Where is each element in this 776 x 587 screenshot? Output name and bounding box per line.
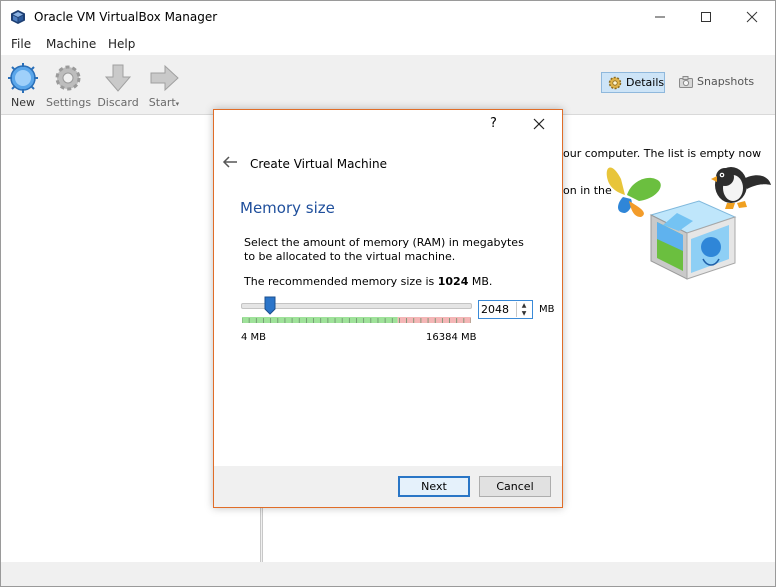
spin-buttons: ▲ ▼ [516,302,531,317]
slider-handle[interactable] [264,296,276,315]
slider-warning-range [397,317,471,323]
memory-slider[interactable] [240,296,475,330]
details-label: Details [626,76,665,89]
start-label: Start▾ [146,96,182,109]
discard-arrow-down-icon [104,64,132,92]
memory-size-spinbox[interactable]: ▲ ▼ [478,300,533,319]
memory-description: Select the amount of memory (RAM) in meg… [244,236,524,263]
create-virtual-machine-dialog: ? Create Virtual Machine Memory size Sel… [213,109,563,508]
new-button[interactable]: New [5,55,41,113]
slider-min-label: 4 MB [241,332,267,343]
slider-groove [241,303,472,309]
title-bar: Oracle VM VirtualBox Manager [1,1,775,33]
dialog-close-button[interactable] [528,116,550,132]
details-gear-icon [608,76,622,90]
menu-bar: File Machine Help [1,33,775,55]
window-title: Oracle VM VirtualBox Manager [34,10,218,24]
maximize-icon [701,12,711,22]
wizard-heading: Create Virtual Machine [250,157,387,171]
spin-up-icon[interactable]: ▲ [517,302,531,309]
start-arrow-right-icon [150,64,179,92]
new-machine-icon [8,63,38,93]
close-icon [533,118,545,130]
snapshots-label: Snapshots [697,75,755,88]
gear-icon [55,65,81,91]
menu-help[interactable]: Help [108,37,135,51]
back-arrow-icon[interactable] [222,155,238,169]
cancel-button[interactable]: Cancel [479,476,551,497]
dropdown-caret-icon[interactable]: ▾ [176,100,180,108]
details-toggle-button[interactable]: Details [601,72,665,93]
slider-safe-range [242,317,398,323]
toolbar: New Settings Discard Start▾ Details Snap… [1,55,775,115]
dialog-body: ? Create Virtual Machine Memory size Sel… [214,110,562,466]
settings-label: Settings [46,96,92,109]
new-label: New [11,96,35,109]
camera-icon [679,76,693,88]
start-button[interactable]: Start▾ [146,55,182,113]
virtualbox-app-icon [11,10,25,24]
maximize-button[interactable] [683,1,729,33]
minimize-button[interactable] [637,1,683,33]
recommended-memory-text: The recommended memory size is 1024 MB. [244,275,492,288]
slider-tick-scale [242,317,471,323]
help-button[interactable]: ? [490,116,497,131]
virtualbox-welcome-logo [606,167,771,280]
close-icon [746,11,758,23]
recommended-suffix: MB. [468,275,493,288]
discard-label: Discard [97,96,139,109]
spin-down-icon[interactable]: ▼ [517,310,531,317]
minimize-icon [655,16,665,18]
menu-file[interactable]: File [11,37,31,51]
close-button[interactable] [729,1,775,33]
slider-max-label: 16384 MB [426,332,477,343]
snapshots-toggle-button[interactable]: Snapshots [677,72,757,93]
recommended-prefix: The recommended memory size is [244,275,438,288]
memory-unit-label: MB [539,304,555,315]
memory-size-input[interactable] [481,302,515,317]
start-label-text: Start [148,96,176,109]
settings-button[interactable]: Settings [46,55,92,113]
recommended-value: 1024 [437,275,469,288]
menu-machine[interactable]: Machine [46,37,96,51]
page-title: Memory size [240,199,335,217]
next-button[interactable]: Next [398,476,470,497]
discard-button[interactable]: Discard [97,55,139,113]
status-bar [1,562,775,586]
